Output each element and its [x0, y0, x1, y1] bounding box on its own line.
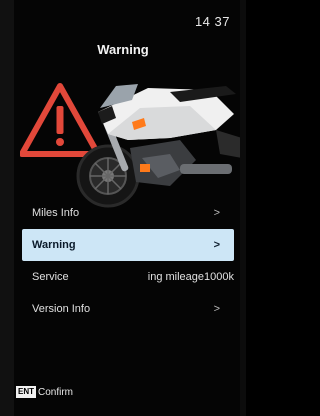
menu-item-label: Service	[32, 271, 69, 283]
menu-item-service[interactable]: Service ing mileage1000k	[22, 261, 234, 293]
menu-item-label: Version Info	[32, 303, 91, 315]
ent-key-icon: ENT	[16, 386, 36, 398]
menu-item-label: Miles Info	[32, 207, 80, 219]
hero-illustration	[20, 83, 242, 208]
chevron-right-icon: >	[213, 239, 220, 251]
settings-menu: Miles Info > Warning > Service ing milea…	[22, 198, 234, 325]
menu-item-version-info[interactable]: Version Info >	[22, 293, 234, 325]
menu-item-warning[interactable]: Warning >	[22, 229, 234, 261]
menu-item-label: Warning	[32, 239, 76, 251]
warning-triangle-icon	[20, 83, 101, 157]
chevron-right-icon: >	[213, 303, 220, 315]
dashboard-screen: 14 37 Warning Miles Info > Warning > Ser…	[0, 0, 246, 416]
page-title: Warning	[97, 42, 149, 57]
menu-item-miles-info[interactable]: Miles Info >	[22, 198, 234, 228]
motorcycle-image	[76, 84, 242, 208]
footer-hint: ENT Confirm	[16, 386, 73, 398]
confirm-label: Confirm	[38, 386, 74, 398]
service-value: ing mileage1000k	[147, 271, 234, 283]
clock: 14 37	[194, 14, 230, 29]
chevron-right-icon: >	[213, 207, 220, 219]
